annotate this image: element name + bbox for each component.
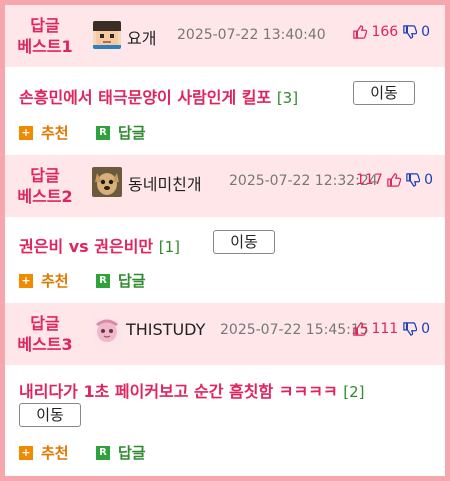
reply-label: 답글 — [118, 272, 146, 290]
post-date: 2025-07-22 15:45:15 — [220, 322, 369, 338]
thumbs-down-icon[interactable] — [402, 322, 417, 336]
comment-count: [2] — [343, 383, 365, 401]
best-reply-item-1: 답글 베스트1 요개 2025-07-22 13:40:40 166 0 손흥민… — [5, 5, 445, 155]
reply-icon: R — [96, 125, 110, 140]
recommend-label: 추천 — [41, 272, 69, 290]
reply-icon: R — [96, 273, 110, 288]
best-reply-header: 답글 베스트2 동네미친개 2025-07-22 12:32:24 117 0 — [5, 155, 445, 217]
upvote-count: 117 — [356, 172, 383, 188]
plus-icon: + — [19, 445, 33, 460]
best-label-line2: 베스트3 — [17, 335, 73, 354]
user-avatar[interactable] — [93, 21, 121, 49]
downvote-count: 0 — [424, 172, 434, 188]
best-rank-label: 답글 베스트3 — [7, 313, 83, 355]
best-rank-label: 답글 베스트1 — [7, 15, 83, 57]
best-label-line1: 답글 — [30, 16, 60, 35]
reply-label: 답글 — [118, 444, 146, 462]
move-button[interactable]: 이동 — [19, 403, 81, 427]
reply-label: 답글 — [118, 124, 146, 142]
reply-button[interactable]: R 답글 — [96, 442, 146, 463]
plus-icon: + — [19, 125, 33, 140]
best-label-line2: 베스트1 — [17, 37, 73, 56]
thumbs-down-icon[interactable] — [405, 173, 420, 187]
vote-counts: 166 0 — [353, 24, 430, 40]
thumbs-up-icon[interactable] — [387, 173, 402, 187]
move-button[interactable]: 이동 — [213, 230, 275, 254]
best-label-line2: 베스트2 — [17, 187, 73, 206]
best-reply-header: 답글 베스트3 THISTUDY 2025-07-22 15:45:15 111… — [5, 303, 445, 365]
upvote-count: 111 — [371, 321, 399, 337]
reply-button[interactable]: R 답글 — [96, 122, 146, 143]
best-reply-item-2: 답글 베스트2 동네미친개 2025-07-22 12:32:24 117 0 … — [5, 155, 445, 303]
post-date: 2025-07-22 13:40:40 — [177, 27, 326, 43]
username[interactable]: 동네미친개 — [128, 171, 202, 195]
best-rank-label: 답글 베스트2 — [7, 165, 83, 207]
best-reply-item-3: 답글 베스트3 THISTUDY 2025-07-22 15:45:15 111… — [5, 303, 445, 476]
post-title[interactable]: 내리다가 1초 페이커보고 순간 흠칫함 ㅋㅋㅋㅋ — [19, 382, 338, 401]
upvote-count: 166 — [371, 24, 399, 40]
reply-button[interactable]: R 답글 — [96, 270, 146, 291]
move-button[interactable]: 이동 — [353, 81, 415, 105]
recommend-button[interactable]: + 추천 — [19, 122, 69, 143]
recommend-button[interactable]: + 추천 — [19, 442, 69, 463]
thumbs-up-icon[interactable] — [353, 25, 367, 39]
post-title[interactable]: 손흥민에서 태극문양이 사람인게 킬포 — [19, 88, 271, 107]
post-title[interactable]: 권은비 vs 권은비만 — [19, 237, 153, 256]
comment-count: [1] — [158, 238, 180, 256]
vote-counts: 111 0 — [353, 321, 430, 337]
downvote-count: 0 — [421, 321, 431, 337]
best-label-line1: 답글 — [30, 166, 60, 185]
post-title-link[interactable]: 손흥민에서 태극문양이 사람인게 킬포 [3] — [19, 84, 298, 108]
vote-counts: 117 0 — [356, 172, 433, 188]
thumbs-up-icon[interactable] — [353, 322, 367, 336]
user-avatar[interactable] — [93, 317, 121, 345]
comment-count: [3] — [276, 89, 299, 107]
post-title-link[interactable]: 권은비 vs 권은비만 [1] — [19, 233, 180, 257]
user-avatar[interactable] — [92, 167, 122, 197]
recommend-label: 추천 — [41, 124, 69, 142]
username[interactable]: THISTUDY — [126, 320, 205, 339]
username[interactable]: 요개 — [127, 25, 156, 49]
downvote-count: 0 — [421, 24, 431, 40]
recommend-label: 추천 — [41, 444, 69, 462]
thumbs-down-icon[interactable] — [402, 25, 417, 39]
reply-icon: R — [96, 445, 110, 460]
best-label-line1: 답글 — [30, 314, 60, 333]
best-reply-header: 답글 베스트1 요개 2025-07-22 13:40:40 166 0 — [5, 5, 445, 67]
plus-icon: + — [19, 273, 33, 288]
post-title-link[interactable]: 내리다가 1초 페이커보고 순간 흠칫함 ㅋㅋㅋㅋ [2] — [19, 378, 365, 402]
recommend-button[interactable]: + 추천 — [19, 270, 69, 291]
